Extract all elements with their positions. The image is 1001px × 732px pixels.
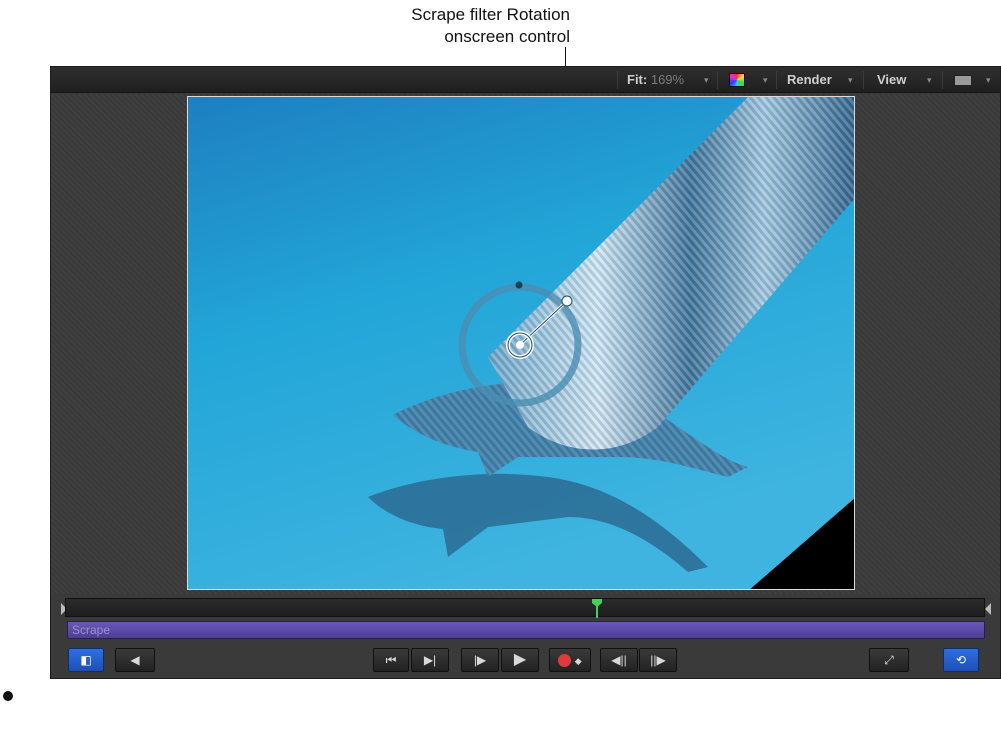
chevron-down-icon[interactable]: ▾ [848, 67, 853, 93]
viewer-layout-icon[interactable] [954, 75, 972, 86]
play-icon: ▶ [513, 651, 527, 668]
play-button[interactable]: ▶ [501, 648, 539, 672]
record-icon [558, 654, 572, 668]
toolbar-separator [617, 71, 618, 89]
layers-panel-icon: ◧ [80, 653, 92, 667]
record-button[interactable]: ◆ [549, 648, 591, 672]
fit-value: 169% [650, 72, 685, 87]
canvas-viewer: Fit: 169% ▾ ▾ Render ▾ View ▾ ▾ Scrape ◧… [50, 66, 1001, 679]
go-to-start-button[interactable]: ⏮ [373, 648, 409, 672]
step-forward-icon: ||▶ [650, 653, 666, 667]
toolbar-separator [717, 71, 718, 89]
expand-icon: ⤢ [884, 653, 894, 667]
toolbar-separator [863, 71, 864, 89]
callout-label: Scrape filter Rotation onscreen control [340, 4, 570, 48]
scene-illustration [188, 97, 854, 589]
rotation-center-dot[interactable] [516, 341, 524, 349]
callout-line-1: Scrape filter Rotation [411, 5, 570, 24]
callout-line-2: onscreen control [444, 27, 570, 46]
keyframe-icon: ◆ [574, 656, 582, 666]
audio-mute-button[interactable]: ◀ [115, 648, 155, 672]
render-menu[interactable]: Render [787, 67, 832, 93]
mini-timeline: Scrape [51, 597, 1000, 643]
fit-zoom-menu[interactable]: Fit: 169% [627, 67, 684, 93]
out-point-marker[interactable] [985, 603, 991, 615]
go-to-end-button[interactable]: ▶| [411, 648, 449, 672]
skip-end-icon: ▶| [423, 653, 437, 667]
viewer-toolbar: Fit: 169% ▾ ▾ Render ▾ View ▾ ▾ [51, 67, 1000, 93]
track-bar-scrape[interactable]: Scrape [67, 621, 985, 639]
play-selection-button[interactable]: |▶ [461, 648, 499, 672]
loop-icon: ⟲ [955, 653, 967, 667]
chevron-down-icon[interactable]: ▾ [927, 67, 932, 93]
fullscreen-button[interactable]: ⤢ [869, 648, 909, 672]
canvas-area [51, 94, 1000, 594]
fit-label: Fit: [627, 72, 648, 87]
toolbar-separator [942, 71, 943, 89]
transport-controls: ◧ ◀ ⏮ ▶| |▶ ▶ ◆ ◀|| ||▶ ⤢ ⟲ [51, 643, 1000, 679]
step-forward-button[interactable]: ||▶ [639, 648, 677, 672]
step-back-button[interactable]: ◀|| [600, 648, 638, 672]
timeline-ruler[interactable] [65, 598, 985, 617]
playhead[interactable] [592, 599, 602, 619]
chevron-down-icon[interactable]: ▾ [986, 67, 991, 93]
rotation-arm-handle[interactable] [561, 295, 573, 307]
list-bullet [3, 691, 13, 701]
play-range-icon: |▶ [473, 653, 487, 667]
toolbar-separator [776, 71, 777, 89]
step-back-icon: ◀|| [611, 653, 627, 667]
skip-start-icon: ⏮ [385, 653, 397, 667]
rotation-handle-dot[interactable] [515, 281, 523, 289]
show-hide-layers-button[interactable]: ◧ [68, 648, 104, 672]
canvas-frame[interactable] [187, 96, 855, 590]
playhead-stem [596, 606, 598, 618]
speaker-icon: ◀ [130, 653, 140, 667]
loop-button[interactable]: ⟲ [943, 648, 979, 672]
chevron-down-icon[interactable]: ▾ [763, 67, 768, 93]
chevron-down-icon[interactable]: ▾ [704, 67, 709, 93]
view-menu[interactable]: View [877, 67, 906, 93]
color-channels-icon[interactable] [729, 73, 745, 87]
